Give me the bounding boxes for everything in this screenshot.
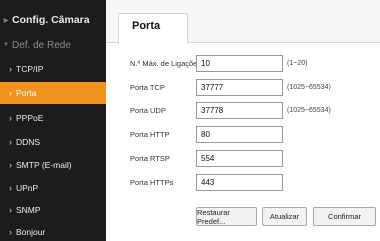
- chevron-right-icon: ›: [9, 227, 12, 237]
- http-port-input[interactable]: [196, 125, 283, 143]
- sidebar-item-label: PPPoE: [16, 113, 44, 123]
- chevron-right-icon: ›: [9, 113, 12, 123]
- sidebar-item-ddns[interactable]: › DDNS: [0, 131, 106, 153]
- chevron-right-icon: ›: [9, 183, 12, 193]
- refresh-button[interactable]: Atualizar: [262, 207, 307, 226]
- sidebar-section-title: Config. Câmara: [12, 14, 90, 26]
- sidebar-item-smtp[interactable]: › SMTP (E-mail): [0, 154, 106, 176]
- rtsp-port-label: Porta RTSP: [130, 153, 170, 163]
- sidebar-item-tcpip[interactable]: › TCP/IP: [0, 58, 106, 80]
- udp-port-label: Porta UDP: [130, 105, 166, 115]
- https-port-input[interactable]: [196, 173, 283, 191]
- http-port-row: Porta HTTP: [130, 125, 380, 143]
- expand-arrow-icon: ▶: [3, 17, 9, 24]
- max-connections-input[interactable]: [196, 54, 283, 72]
- tcp-port-input[interactable]: [196, 78, 283, 96]
- sidebar-group-title: Def. de Rede: [12, 39, 71, 51]
- sidebar-item-snmp[interactable]: › SNMP: [0, 199, 106, 221]
- https-port-row: Porta HTTPs: [130, 173, 380, 191]
- sidebar-item-label: TCP/IP: [16, 64, 44, 74]
- chevron-right-icon: ›: [9, 160, 12, 170]
- max-connections-range: (1~20): [287, 59, 308, 67]
- tcp-port-range: (1025~65534): [287, 83, 331, 91]
- sidebar-group-network-settings[interactable]: ▼ Def. de Rede: [0, 37, 106, 53]
- sidebar-item-label: SMTP (E-mail): [16, 160, 72, 170]
- sidebar-item-label: Bonjour: [16, 227, 46, 237]
- chevron-right-icon: ›: [9, 137, 12, 147]
- udp-port-input[interactable]: [196, 101, 283, 119]
- https-port-label: Porta HTTPs: [130, 177, 174, 187]
- sidebar-item-pppoe[interactable]: › PPPoE: [0, 107, 106, 129]
- tcp-port-label: Porta TCP: [130, 82, 165, 92]
- sidebar-item-label: SNMP: [16, 205, 41, 215]
- sidebar-item-label: UPnP: [16, 183, 39, 193]
- restore-defaults-button[interactable]: Restaurar Predef...: [196, 207, 257, 226]
- tcp-port-row: Porta TCP (1025~65534): [130, 78, 380, 96]
- sidebar-item-label: Porta: [16, 88, 37, 98]
- sidebar-item-bonjour[interactable]: › Bonjour: [0, 221, 106, 241]
- sidebar: ▶ Config. Câmara ▼ Def. de Rede › TCP/IP…: [0, 0, 106, 241]
- sidebar-item-label: DDNS: [16, 137, 41, 147]
- confirm-button[interactable]: Confirmar: [313, 207, 376, 226]
- collapse-arrow-icon: ▼: [3, 42, 9, 48]
- tab-porta[interactable]: Porta: [118, 13, 188, 44]
- max-connections-label: N.º Máx. de Ligações: [130, 58, 202, 68]
- chevron-right-icon: ›: [9, 64, 12, 74]
- udp-port-range: (1025~65534): [287, 106, 331, 114]
- http-port-label: Porta HTTP: [130, 129, 170, 139]
- chevron-right-icon: ›: [9, 88, 12, 98]
- chevron-right-icon: ›: [9, 205, 12, 215]
- udp-port-row: Porta UDP (1025~65534): [130, 101, 380, 119]
- rtsp-port-row: Porta RTSP: [130, 149, 380, 167]
- max-connections-row: N.º Máx. de Ligações (1~20): [130, 54, 380, 72]
- sidebar-item-upnp[interactable]: › UPnP: [0, 177, 106, 199]
- sidebar-section-camera-config[interactable]: ▶ Config. Câmara: [0, 10, 106, 30]
- sidebar-item-porta[interactable]: › Porta: [0, 82, 106, 104]
- rtsp-port-input[interactable]: [196, 149, 283, 167]
- tab-bar: Porta: [106, 0, 380, 44]
